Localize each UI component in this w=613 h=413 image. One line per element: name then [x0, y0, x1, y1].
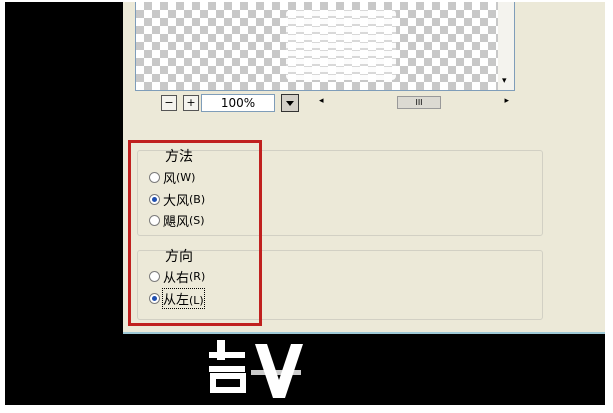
canvas-text-artwork [209, 340, 303, 398]
scroll-thumb[interactable]: III [397, 96, 441, 109]
zoom-in-button[interactable]: + [183, 95, 199, 111]
zoom-level-field[interactable]: 100% [201, 94, 275, 112]
preview-vertical-scrollbar[interactable]: ▾ [498, 2, 514, 90]
preview-horizontal-scrollbar[interactable]: ◂ III ▸ [317, 96, 513, 110]
highlight-box [128, 140, 262, 326]
scroll-left-icon[interactable]: ◂ [319, 96, 324, 106]
screenshot-frame: ▾ − + 100% ◂ III ▸ 方法 风 (W) 大风 (B) 飓风 (S… [5, 2, 605, 405]
zoom-dropdown-button[interactable] [281, 94, 299, 112]
zoom-out-button[interactable]: − [161, 95, 177, 111]
zoom-bar: − + 100% ◂ III ▸ [135, 92, 513, 112]
preview-image [286, 10, 396, 80]
scroll-down-icon[interactable]: ▾ [502, 76, 507, 86]
preview-panel: ▾ [135, 2, 515, 91]
scroll-right-icon[interactable]: ▸ [504, 96, 509, 106]
preview-canvas [136, 2, 498, 90]
